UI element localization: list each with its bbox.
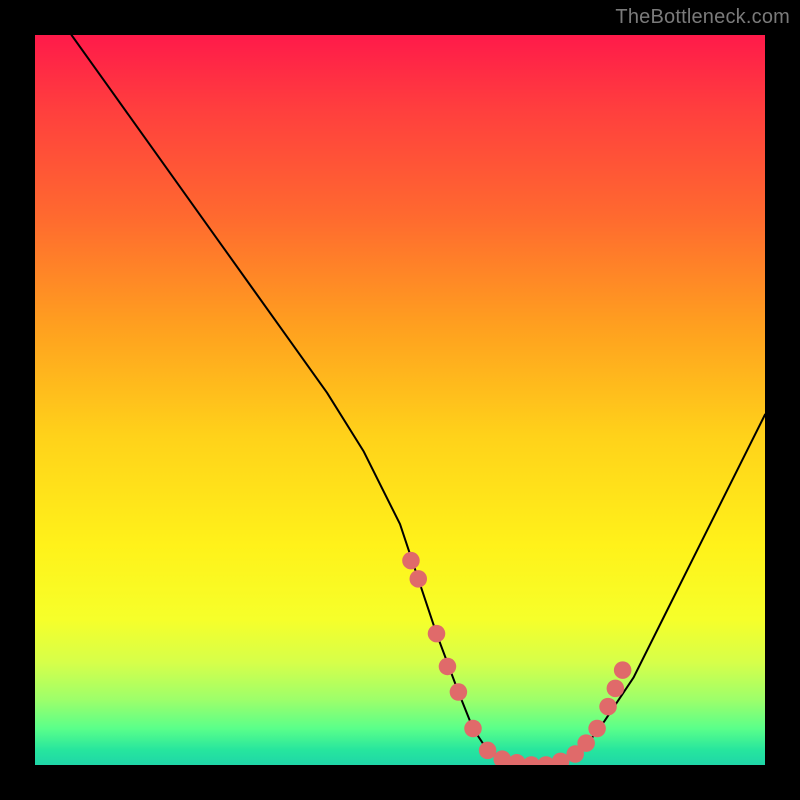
marker-dot bbox=[450, 683, 468, 701]
plot-area bbox=[35, 35, 765, 765]
marker-dot bbox=[409, 570, 427, 588]
marker-dot bbox=[614, 661, 632, 679]
marker-dot bbox=[479, 742, 497, 760]
marker-dot bbox=[464, 720, 482, 738]
marker-dot bbox=[607, 680, 625, 698]
bottleneck-curve-chart bbox=[35, 35, 765, 765]
marker-dot bbox=[428, 625, 446, 643]
marker-dot bbox=[599, 698, 617, 716]
marker-dot bbox=[577, 734, 595, 752]
marker-dot bbox=[439, 658, 457, 676]
curve-bottleneck-curve bbox=[72, 35, 766, 765]
marker-dot bbox=[402, 552, 420, 570]
watermark-text: TheBottleneck.com bbox=[615, 6, 790, 29]
marker-dot bbox=[588, 720, 606, 738]
chart-frame: TheBottleneck.com bbox=[0, 0, 800, 800]
